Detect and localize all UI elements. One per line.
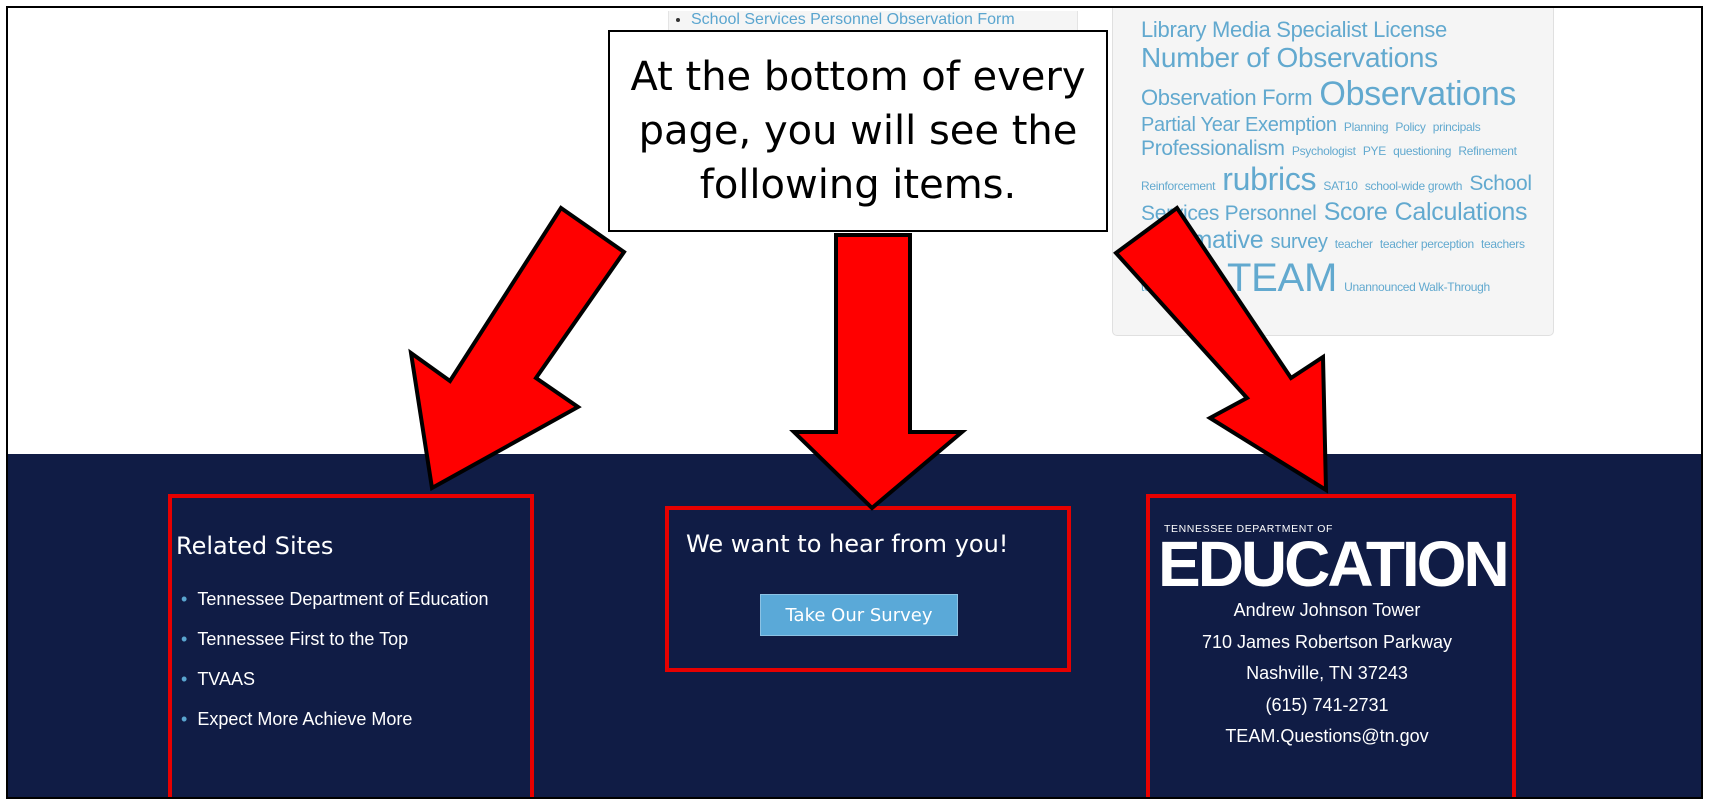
- arrow-right: [1113, 205, 1329, 494]
- arrow-center: [789, 233, 968, 511]
- callout-box: At the bottom of every page, you will se…: [608, 30, 1108, 232]
- arrow-left: [408, 205, 627, 492]
- slide-frame: School Services Personnel Observation Fo…: [6, 6, 1703, 799]
